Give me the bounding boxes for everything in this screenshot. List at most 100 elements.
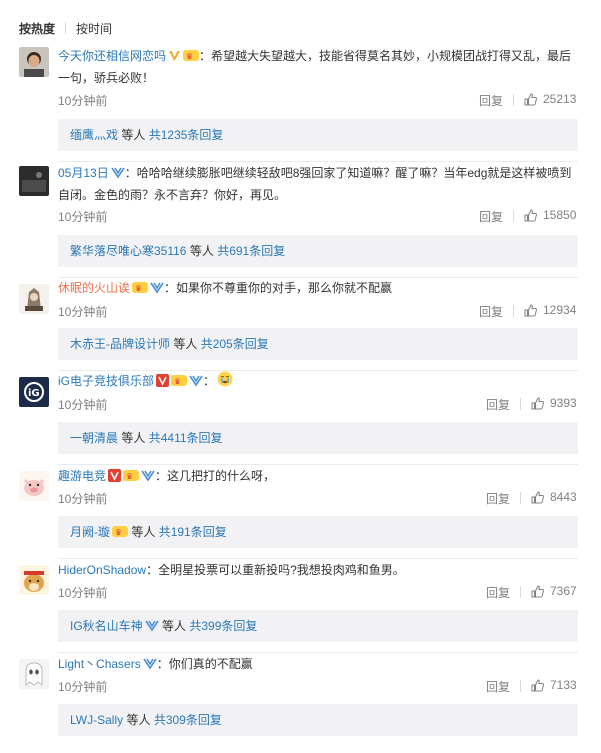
comment-time: 10分钟前 <box>58 210 108 224</box>
reply-total[interactable]: 共191条回复 <box>159 525 227 539</box>
action-divider <box>513 305 514 317</box>
action-divider <box>520 492 521 504</box>
like-button[interactable]: 8443 <box>531 490 577 504</box>
comment-meta: 10分钟前 回复 12934 <box>58 303 578 319</box>
reply-summary[interactable]: 月阙-璇 ♛ 等人 共191条回复 <box>58 516 578 548</box>
action-divider <box>513 210 514 222</box>
like-button[interactable]: 25213 <box>524 92 576 106</box>
reply-summary[interactable]: 缅鹰灬戏 等人 共1235条回复 <box>58 119 578 151</box>
like-button[interactable]: 7133 <box>531 678 577 692</box>
reply-author[interactable]: LWJ-Sally <box>70 713 123 727</box>
member-crown-icon: ♛ <box>183 49 200 62</box>
reply-summary[interactable]: IG秋名山车神 等人 共399条回复 <box>58 610 578 642</box>
reply-total[interactable]: 共4411条回复 <box>149 431 223 445</box>
comment-username[interactable]: 今天你还相信网恋吗 <box>58 49 166 63</box>
avatar[interactable] <box>19 166 49 196</box>
comment-text: 今天你还相信网恋吗 ♛ ：希望越大失望越大，技能省得莫名其妙，小规模团战打得又乱，最… <box>58 45 578 89</box>
comment-time: 10分钟前 <box>58 492 108 506</box>
reply-total[interactable]: 共1235条回复 <box>149 128 224 142</box>
reply-author[interactable]: IG秋名山车神 <box>70 619 143 633</box>
comment-text: Light丶Chasers ：你们真的不配赢 <box>58 653 578 675</box>
reply-total[interactable]: 共205条回复 <box>201 337 269 351</box>
comment-username[interactable]: 休眠的火山诶 <box>58 281 130 295</box>
reply-author[interactable]: 木赤王-品牌设计师 <box>70 337 170 351</box>
reply-button[interactable]: 回复 <box>486 396 510 413</box>
avatar[interactable]: iG <box>19 377 49 407</box>
cartoon-knight-icon <box>19 284 49 314</box>
like-button[interactable]: 7367 <box>531 584 577 598</box>
svg-text:♛: ♛ <box>135 284 142 293</box>
thumbs-up-icon <box>524 208 537 221</box>
comment-meta: 10分钟前 回复 25213 <box>58 92 578 108</box>
avatar[interactable] <box>19 471 49 501</box>
doge-icon <box>19 565 49 595</box>
svg-text:♛: ♛ <box>186 52 193 61</box>
comment-meta: 10分钟前 回复 9393 <box>58 396 578 412</box>
sort-divider <box>65 22 67 34</box>
avatar[interactable] <box>19 284 49 314</box>
sort-bar: 按热度 按时间 <box>19 19 112 37</box>
avatar[interactable] <box>19 47 49 77</box>
like-button[interactable]: 15850 <box>524 208 576 222</box>
avatar[interactable] <box>19 565 49 595</box>
verified-red-icon <box>156 374 170 387</box>
reply-summary[interactable]: 木赤王-品牌设计师 等人 共205条回复 <box>58 328 578 360</box>
others-label: 等人 <box>162 619 187 633</box>
like-button[interactable]: 9393 <box>531 396 577 410</box>
level-badge-icon <box>111 166 125 179</box>
avatar[interactable] <box>19 659 49 689</box>
comment-username[interactable]: 05月13日 <box>58 166 109 180</box>
dark-scene-icon <box>19 166 49 196</box>
like-button[interactable]: 12934 <box>524 303 576 317</box>
reply-button[interactable]: 回复 <box>486 678 510 695</box>
reply-author[interactable]: 月阙-璇 <box>70 525 110 539</box>
verified-red-icon <box>108 469 122 482</box>
comment-username[interactable]: 趣游电竞 <box>58 469 106 483</box>
comment-content: ： <box>203 374 216 388</box>
svg-text:♛: ♛ <box>126 472 133 481</box>
thumbs-up-icon <box>531 678 544 691</box>
like-count: 9393 <box>550 396 577 410</box>
svg-text:iG: iG <box>28 388 40 399</box>
comment-username[interactable]: iG电子竞技俱乐部 <box>58 374 154 388</box>
reply-total[interactable]: 共309条回复 <box>154 713 222 727</box>
reply-button[interactable]: 回复 <box>479 208 503 225</box>
comment-text: 趣游电竞 ♛ ：这几把打的什么呀， <box>58 465 578 487</box>
ig-logo-icon: iG <box>19 377 49 407</box>
comment-username[interactable]: Light丶Chasers <box>58 657 141 671</box>
comment-text: HiderOnShadow：全明星投票可以重新投吗?我想投肉鸡和鱼男。 <box>58 559 578 581</box>
crying-emoji-icon <box>217 371 233 387</box>
comment-content: ：全明星投票可以重新投吗?我想投肉鸡和鱼男。 <box>146 563 405 577</box>
reply-total[interactable]: 共691条回复 <box>217 244 285 258</box>
sort-by-hot-tab[interactable]: 按热度 <box>19 20 55 37</box>
reply-summary[interactable]: 一朝清晨 等人 共4411条回复 <box>58 422 578 454</box>
like-count: 15850 <box>543 208 577 222</box>
comment-username[interactable]: HiderOnShadow <box>58 563 146 577</box>
reply-author[interactable]: 繁华落尽唯心寒35116 <box>70 244 186 258</box>
reply-author[interactable]: 缅鹰灬戏 <box>70 128 118 142</box>
comment-meta: 10分钟前 回复 8443 <box>58 490 578 506</box>
action-divider <box>520 586 521 598</box>
reply-button[interactable]: 回复 <box>486 490 510 507</box>
action-divider <box>520 398 521 410</box>
others-label: 等人 <box>131 525 156 539</box>
reply-button[interactable]: 回复 <box>479 303 503 320</box>
like-count: 12934 <box>543 303 577 317</box>
comment-content: ：你们真的不配赢 <box>156 657 253 671</box>
reply-summary[interactable]: LWJ-Sally 等人 共309条回复 <box>58 704 578 736</box>
member-crown-icon: ♛ <box>132 281 149 294</box>
thumbs-up-icon <box>531 490 544 503</box>
sort-by-time-tab[interactable]: 按时间 <box>76 20 112 37</box>
level-badge-icon <box>189 374 203 387</box>
reply-summary[interactable]: 繁华落尽唯心寒35116 等人 共691条回复 <box>58 235 578 267</box>
comment-content: ：这几把打的什么呀， <box>155 469 276 483</box>
level-badge-icon <box>143 657 157 670</box>
thumbs-up-icon <box>531 584 544 597</box>
reply-button[interactable]: 回复 <box>486 584 510 601</box>
others-label: 等人 <box>173 337 198 351</box>
reply-total[interactable]: 共399条回复 <box>189 619 257 633</box>
ghost-face-icon <box>19 659 49 689</box>
others-label: 等人 <box>121 128 146 142</box>
reply-button[interactable]: 回复 <box>479 92 503 109</box>
reply-author[interactable]: 一朝清晨 <box>70 431 118 445</box>
